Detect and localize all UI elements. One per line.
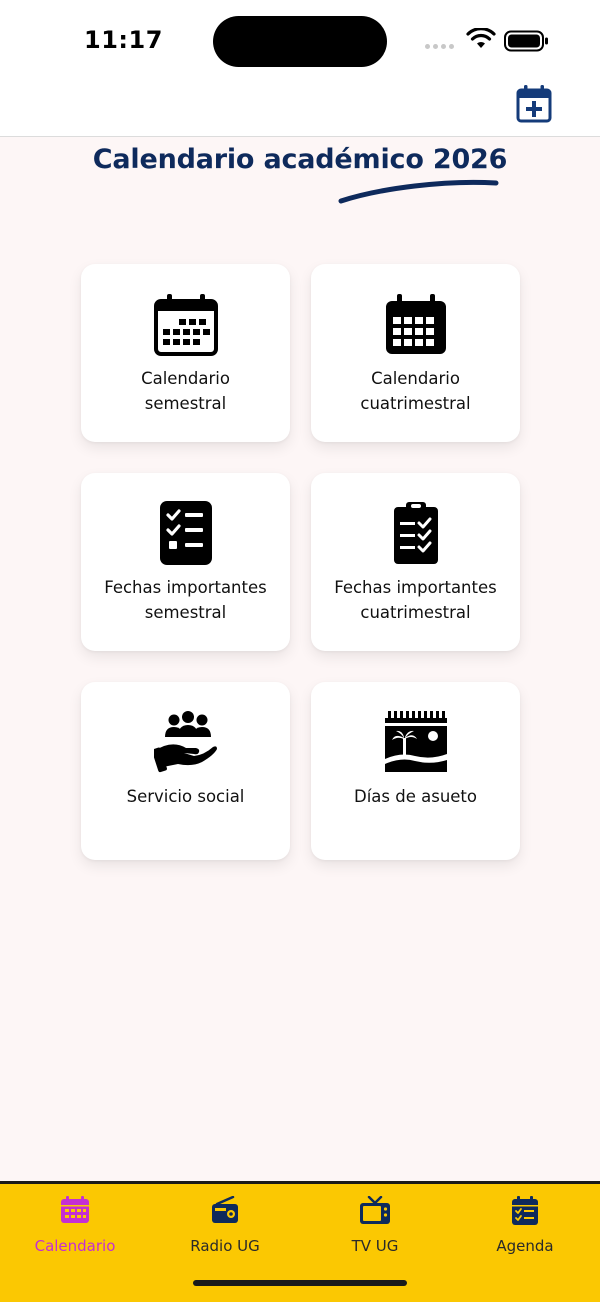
nav-item-calendario[interactable]: Calendario [0,1184,150,1274]
nav-label: Agenda [496,1237,554,1255]
card-dias-de-asueto[interactable]: Días de asueto [311,682,520,860]
community-hand-icon [81,710,290,774]
card-label: Servicio social [126,787,245,806]
calendar-icon [81,293,290,357]
calendar-icon [0,1196,150,1224]
status-bar: 11:17 [0,0,600,84]
page-title: Calendario académico 2026 [92,144,508,175]
nav-item-agenda[interactable]: Agenda [450,1184,600,1274]
card-fechas-importantes-cuatrimestral[interactable]: Fechas importantes cuatrimestral [311,473,520,651]
battery-icon [504,30,548,52]
home-indicator [193,1280,407,1286]
card-fechas-importantes-semestral[interactable]: Fechas importantes semestral [81,473,290,651]
radio-icon [150,1196,300,1224]
card-servicio-social[interactable]: Servicio social [81,682,290,860]
wifi-icon [466,28,496,48]
nav-label: Calendario [34,1237,116,1255]
nav-label: Radio UG [190,1237,260,1255]
card-label: Fechas importantes semestral [104,578,267,622]
bottom-nav: Calendario Radio UG TV UG Agenda [0,1181,600,1302]
tv-icon [300,1196,450,1226]
card-label: Calendario cuatrimestral [360,369,471,413]
title-underline [338,179,499,204]
calendar-grid-icon [311,293,520,357]
clipboard-check-icon [311,501,520,565]
card-calendario-semestral[interactable]: Calendario semestral [81,264,290,442]
checklist-icon [81,500,290,566]
dynamic-island [213,16,387,67]
signal-dots-icon [425,44,454,49]
beach-calendar-icon [311,710,520,774]
status-time: 11:17 [84,26,163,54]
nav-item-tv-ug[interactable]: TV UG [300,1184,450,1274]
agenda-icon [450,1196,600,1226]
card-label: Fechas importantes cuatrimestral [334,578,497,622]
card-label: Calendario semestral [141,369,230,413]
nav-item-radio-ug[interactable]: Radio UG [150,1184,300,1274]
app-header [0,84,600,137]
calendar-plus-icon[interactable] [515,84,553,124]
nav-label: TV UG [351,1237,399,1255]
card-label: Días de asueto [354,787,477,806]
card-calendario-cuatrimestral[interactable]: Calendario cuatrimestral [311,264,520,442]
